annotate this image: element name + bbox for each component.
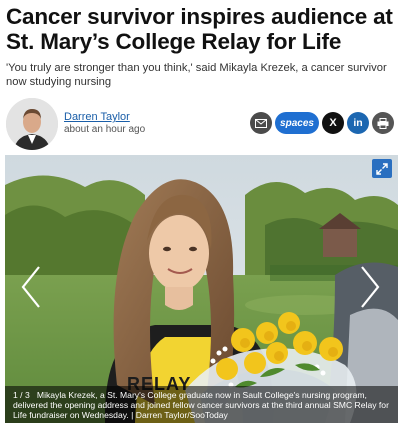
printer-icon [377, 117, 389, 129]
photo-counter: 1 / 3 [13, 390, 30, 400]
spaces-share-button[interactable]: spaces [275, 112, 319, 134]
envelope-icon [255, 118, 267, 128]
subheadline: 'You truly are stronger than you think,'… [6, 62, 387, 88]
expand-icon [376, 162, 388, 175]
byline: Darren Taylor about an hour ago spaces X… [6, 98, 396, 150]
share-bar: spaces X in [250, 112, 394, 134]
expand-button[interactable] [372, 159, 392, 178]
publish-time: about an hour ago [64, 124, 146, 135]
photo-caption: 1 / 3 Mikayla Krezek, a St. Mary's Colle… [5, 386, 398, 423]
headline: Cancer survivor inspires audience at St.… [6, 4, 393, 54]
chevron-left-icon [21, 266, 40, 308]
email-share-button[interactable] [250, 112, 272, 134]
print-button[interactable] [372, 112, 394, 134]
photo-gallery[interactable]: RELAY 1 / 3 Mikayla Krezek, a St. Mary's… [5, 155, 398, 423]
x-share-button[interactable]: X [322, 112, 344, 134]
gallery-photo [5, 155, 398, 423]
linkedin-share-button[interactable]: in [347, 112, 369, 134]
photo-credit: | Darren Taylor/SooToday [131, 410, 228, 420]
next-photo-button[interactable] [350, 257, 390, 317]
previous-photo-button[interactable] [11, 257, 51, 317]
author-name-link[interactable]: Darren Taylor [64, 111, 130, 123]
author-avatar[interactable] [6, 98, 58, 150]
chevron-right-icon [361, 266, 380, 308]
